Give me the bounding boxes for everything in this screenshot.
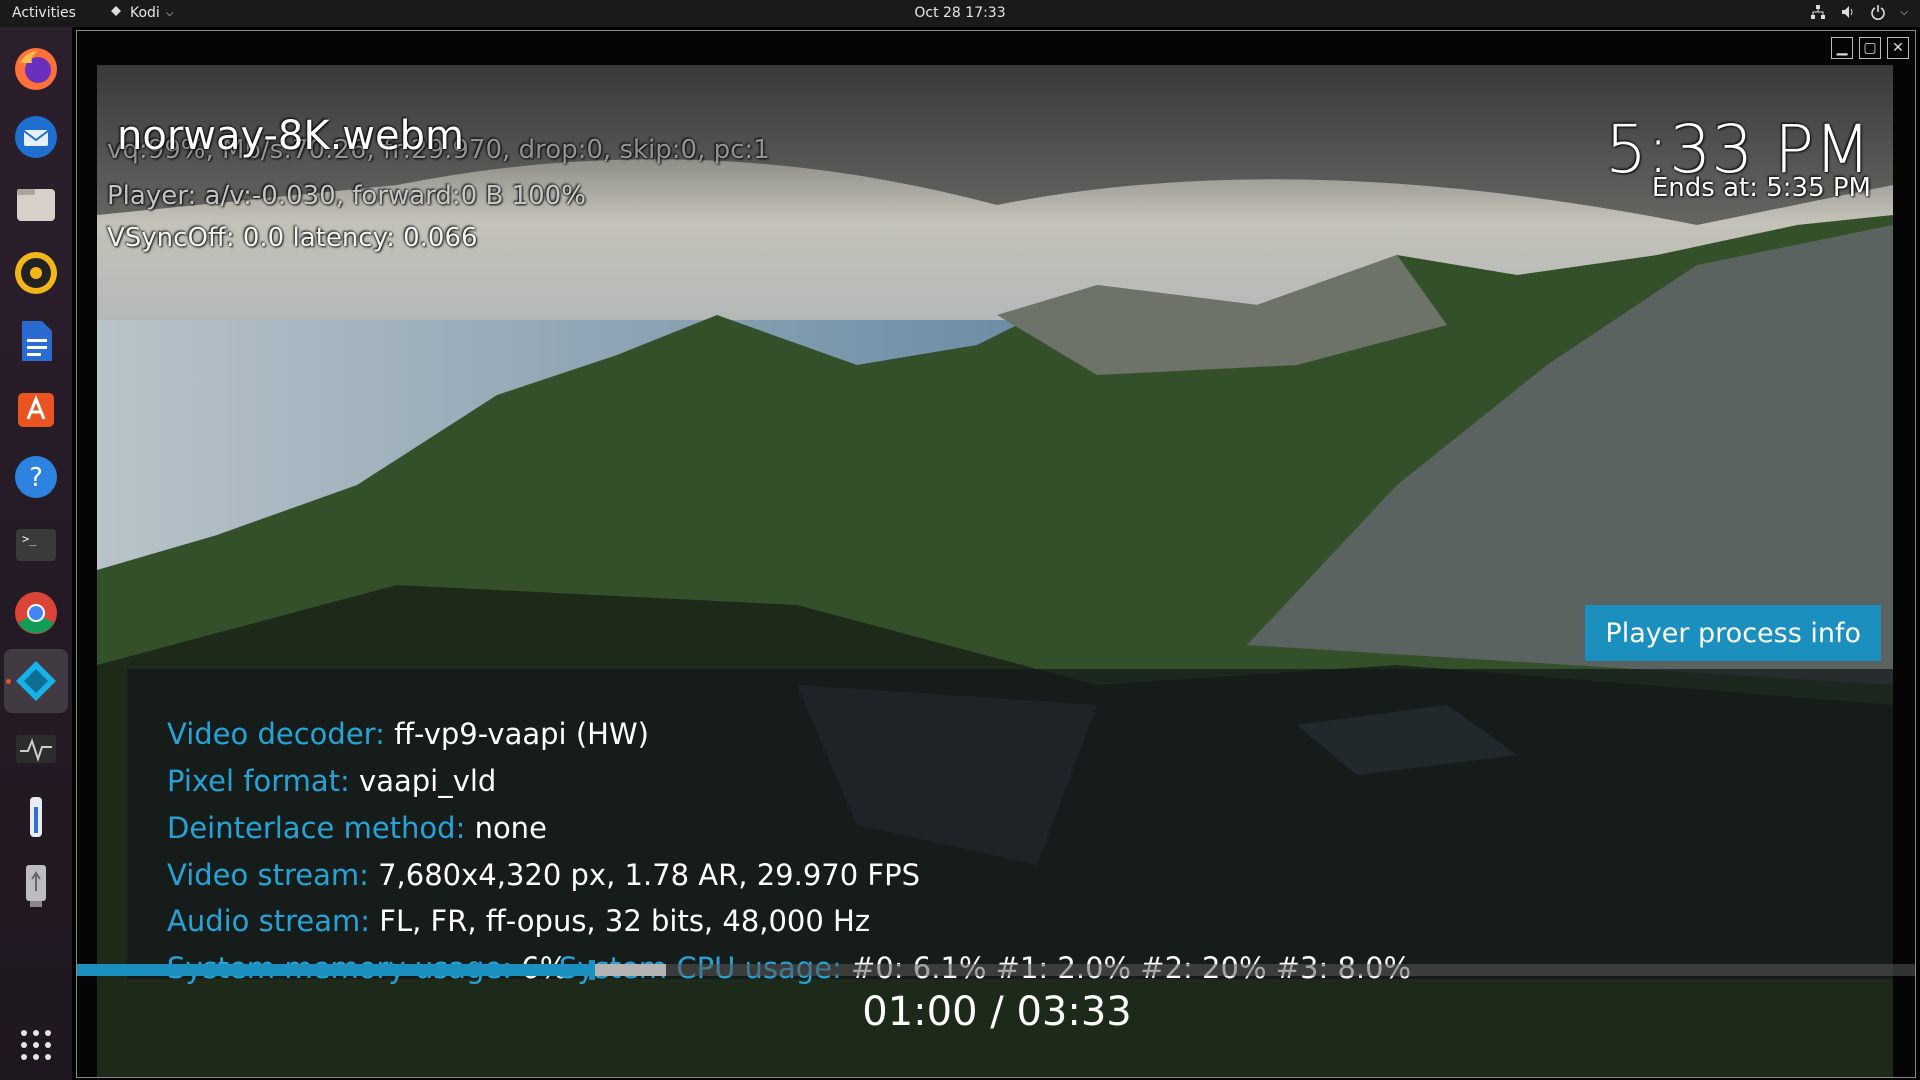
svg-text:?: ? [29, 463, 43, 493]
dock-kodi[interactable] [4, 649, 68, 713]
thermometer-icon [30, 797, 42, 837]
show-applications-button[interactable] [4, 1013, 68, 1077]
dock-firefox[interactable] [4, 37, 68, 101]
kodi-window: ▁ ▢ ✕ vq:99%, Mb/s:70.26, fr:29.970, dro… [76, 30, 1916, 1078]
kodi-icon [16, 661, 56, 701]
dock-help[interactable]: ? [4, 445, 68, 509]
minimize-button[interactable]: ▁ [1831, 37, 1853, 59]
media-title: norway-8K.webm [117, 113, 464, 159]
debug-vsync-line: VSyncOff: 0.0 latency: 0.066 [107, 223, 478, 253]
writer-icon [22, 321, 52, 361]
info-deinterlace: Deinterlace method: none [167, 811, 547, 845]
window-controls: ▁ ▢ ✕ [1831, 37, 1909, 59]
seek-handle[interactable] [589, 960, 596, 980]
network-icon [1811, 5, 1826, 19]
dock-rhythmbox[interactable] [4, 241, 68, 305]
info-pixel-format: Pixel format: vaapi_vld [167, 764, 497, 798]
running-indicator [6, 679, 11, 684]
volume-icon [1842, 6, 1853, 18]
dock-chrome[interactable] [4, 581, 68, 645]
status-area[interactable]: ⌵ [1810, 4, 1908, 20]
dock-thunderbird[interactable] [4, 105, 68, 169]
system-monitor-icon [16, 735, 56, 763]
playback-time: 01:00 / 03:33 [862, 989, 1132, 1035]
top-bar: Activities Kodi ⌵ Oct 28 17:33 ⌵ [0, 0, 1920, 27]
svg-text:>_: >_ [22, 532, 37, 546]
info-audio-stream: Audio stream: FL, FR, ff-opus, 32 bits, … [167, 904, 871, 938]
thunderbird-icon [15, 116, 57, 158]
help-icon: ? [15, 456, 57, 498]
dock-terminal[interactable]: >_ [4, 513, 68, 577]
usb-drive-icon [26, 865, 46, 907]
dock-files[interactable] [4, 173, 68, 237]
playback-progress [77, 964, 593, 976]
dock-system-monitor[interactable] [4, 717, 68, 781]
software-store-icon [18, 393, 54, 427]
info-video-stream: Video stream: 7,680x4,320 px, 1.78 AR, 2… [167, 858, 921, 892]
dock: ? >_ [0, 27, 72, 1080]
apps-grid-icon [21, 1030, 51, 1060]
dock-writer[interactable] [4, 309, 68, 373]
files-icon [17, 189, 55, 221]
dock-software[interactable] [4, 377, 68, 441]
info-video-decoder: Video decoder: ff-vp9-vaapi (HW) [167, 717, 649, 751]
player-process-info-panel: Video decoder: ff-vp9-vaapi (HW) Pixel f… [127, 669, 1893, 985]
rhythmbox-icon [15, 252, 57, 294]
ends-at: Ends at: 5:35 PM [1651, 173, 1871, 203]
maximize-button[interactable]: ▢ [1859, 37, 1881, 59]
top-bar-clock[interactable]: Oct 28 17:33 [0, 5, 1920, 21]
chevron-down-icon: ⌵ [1900, 6, 1908, 18]
dock-usb-drive[interactable] [4, 853, 68, 917]
dock-thermometer[interactable] [4, 785, 68, 849]
close-button[interactable]: ✕ [1887, 37, 1909, 59]
seek-bar[interactable] [77, 960, 1915, 980]
firefox-icon [15, 48, 57, 90]
video-frame[interactable]: vq:99%, Mb/s:70.26, fr:29.970, drop:0, s… [97, 65, 1893, 1077]
power-icon [1871, 5, 1886, 20]
debug-player-line: Player: a/v:-0.030, forward:0 B 100% [107, 181, 586, 211]
player-process-info-button[interactable]: Player process info [1585, 605, 1881, 661]
terminal-icon: >_ [16, 529, 56, 561]
chrome-icon [15, 592, 57, 634]
